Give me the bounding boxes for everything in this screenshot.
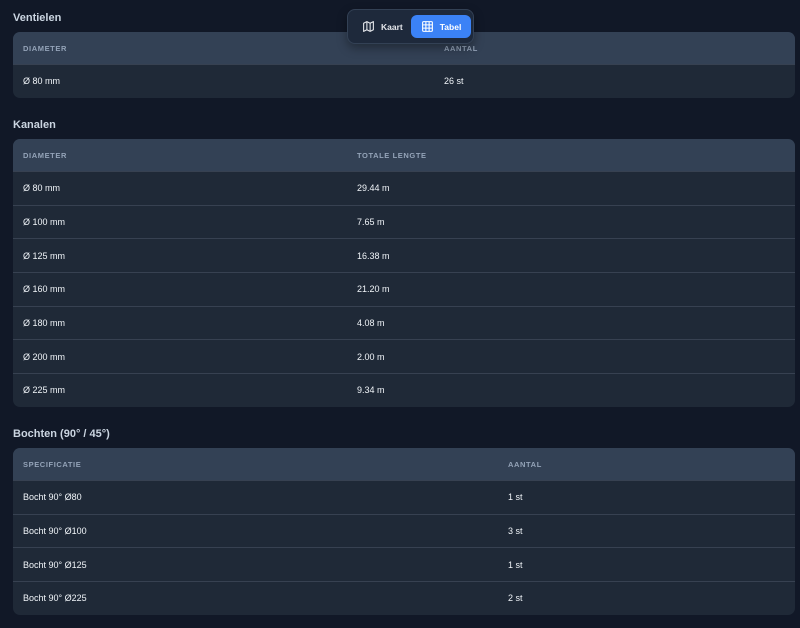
kanalen-section: Kanalen DIAMETER TOTALE LENGTE Ø 80 mm 2… [13,118,795,407]
table-row: Bocht 90° Ø225 2 st [13,581,795,615]
table-row: Ø 225 mm 9.34 m [13,373,795,407]
bochten-cell-specificatie: Bocht 90° Ø100 [23,526,87,537]
kanalen-title: Kanalen [13,119,56,131]
ventielen-col-aantal: AANTAL [444,43,478,53]
kanalen-cell-diameter: Ø 225 mm [23,385,66,396]
tabel-button[interactable]: Tabel [410,15,472,38]
bochten-table: SPECIFICATIE AANTAL Bocht 90° Ø80 1 st B… [13,448,795,615]
kaart-button[interactable]: Kaart [358,15,407,38]
view-toggle: Kaart Tabel [347,9,474,44]
table-row: Bocht 90° Ø100 3 st [13,513,795,548]
kanalen-cell-diameter: Ø 200 mm [23,351,66,362]
bochten-cell-aantal: 2 st [508,593,523,604]
ventielen-cell-aantal: 26 st [444,76,464,87]
kanalen-table: DIAMETER TOTALE LENGTE Ø 80 mm 29.44 m Ø… [13,139,795,407]
table-row: Ø 200 mm 2.00 m [13,339,795,373]
kanalen-cell-lengte: 21.20 m [357,284,390,295]
table-row: Ø 100 mm 7.65 m [13,204,795,239]
kanalen-cell-diameter: Ø 125 mm [23,250,66,261]
kanalen-cell-lengte: 9.34 m [357,385,385,396]
kanalen-cell-lengte: 16.38 m [357,250,390,261]
bochten-cell-specificatie: Bocht 90° Ø80 [23,492,82,503]
bochten-col-specificatie: SPECIFICATIE [23,459,82,469]
table-row: Ø 80 mm 29.44 m [13,171,795,205]
kanalen-cell-lengte: 7.65 m [357,217,385,228]
table-row: Ø 125 mm 16.38 m [13,238,795,272]
table-row: Ø 180 mm 4.08 m [13,305,795,340]
bochten-cell-aantal: 3 st [508,526,523,537]
ventielen-col-diameter: DIAMETER [23,43,67,53]
kanalen-cell-diameter: Ø 100 mm [23,217,66,228]
kanalen-cell-lengte: 4.08 m [357,318,385,329]
bochten-cell-specificatie: Bocht 90° Ø225 [23,593,87,604]
table-row: Ø 80 mm 26 st [13,64,795,98]
kanalen-cell-diameter: Ø 160 mm [23,284,66,295]
table-icon [421,20,434,33]
kanalen-col-diameter: DIAMETER [23,150,67,160]
kanalen-col-lengte: TOTALE LENGTE [357,150,427,160]
table-row: Bocht 90° Ø80 1 st [13,480,795,514]
kanalen-cell-diameter: Ø 180 mm [23,318,66,329]
bochten-cell-aantal: 1 st [508,559,523,570]
bochten-section: Bochten (90° / 45°) SPECIFICATIE AANTAL … [13,427,795,615]
kanalen-cell-lengte: 2.00 m [357,351,385,362]
bochten-cell-aantal: 1 st [508,492,523,503]
map-icon [362,20,375,33]
table-row: Bocht 90° Ø125 1 st [13,547,795,581]
bochten-cell-specificatie: Bocht 90° Ø125 [23,559,87,570]
bochten-header-row: SPECIFICATIE AANTAL [13,448,795,480]
kanalen-cell-lengte: 29.44 m [357,183,390,194]
page: Kaart Tabel Ventielen DIAMETER AANTAL Ø … [0,0,800,628]
kanalen-header-row: DIAMETER TOTALE LENGTE [13,139,795,171]
table-row: Ø 160 mm 21.20 m [13,272,795,306]
bochten-col-aantal: AANTAL [508,459,542,469]
tabel-label: Tabel [439,21,462,32]
ventielen-cell-diameter: Ø 80 mm [23,76,61,87]
kanalen-cell-diameter: Ø 80 mm [23,183,61,194]
kaart-label: Kaart [381,21,403,32]
bochten-title: Bochten (90° / 45°) [13,428,110,440]
